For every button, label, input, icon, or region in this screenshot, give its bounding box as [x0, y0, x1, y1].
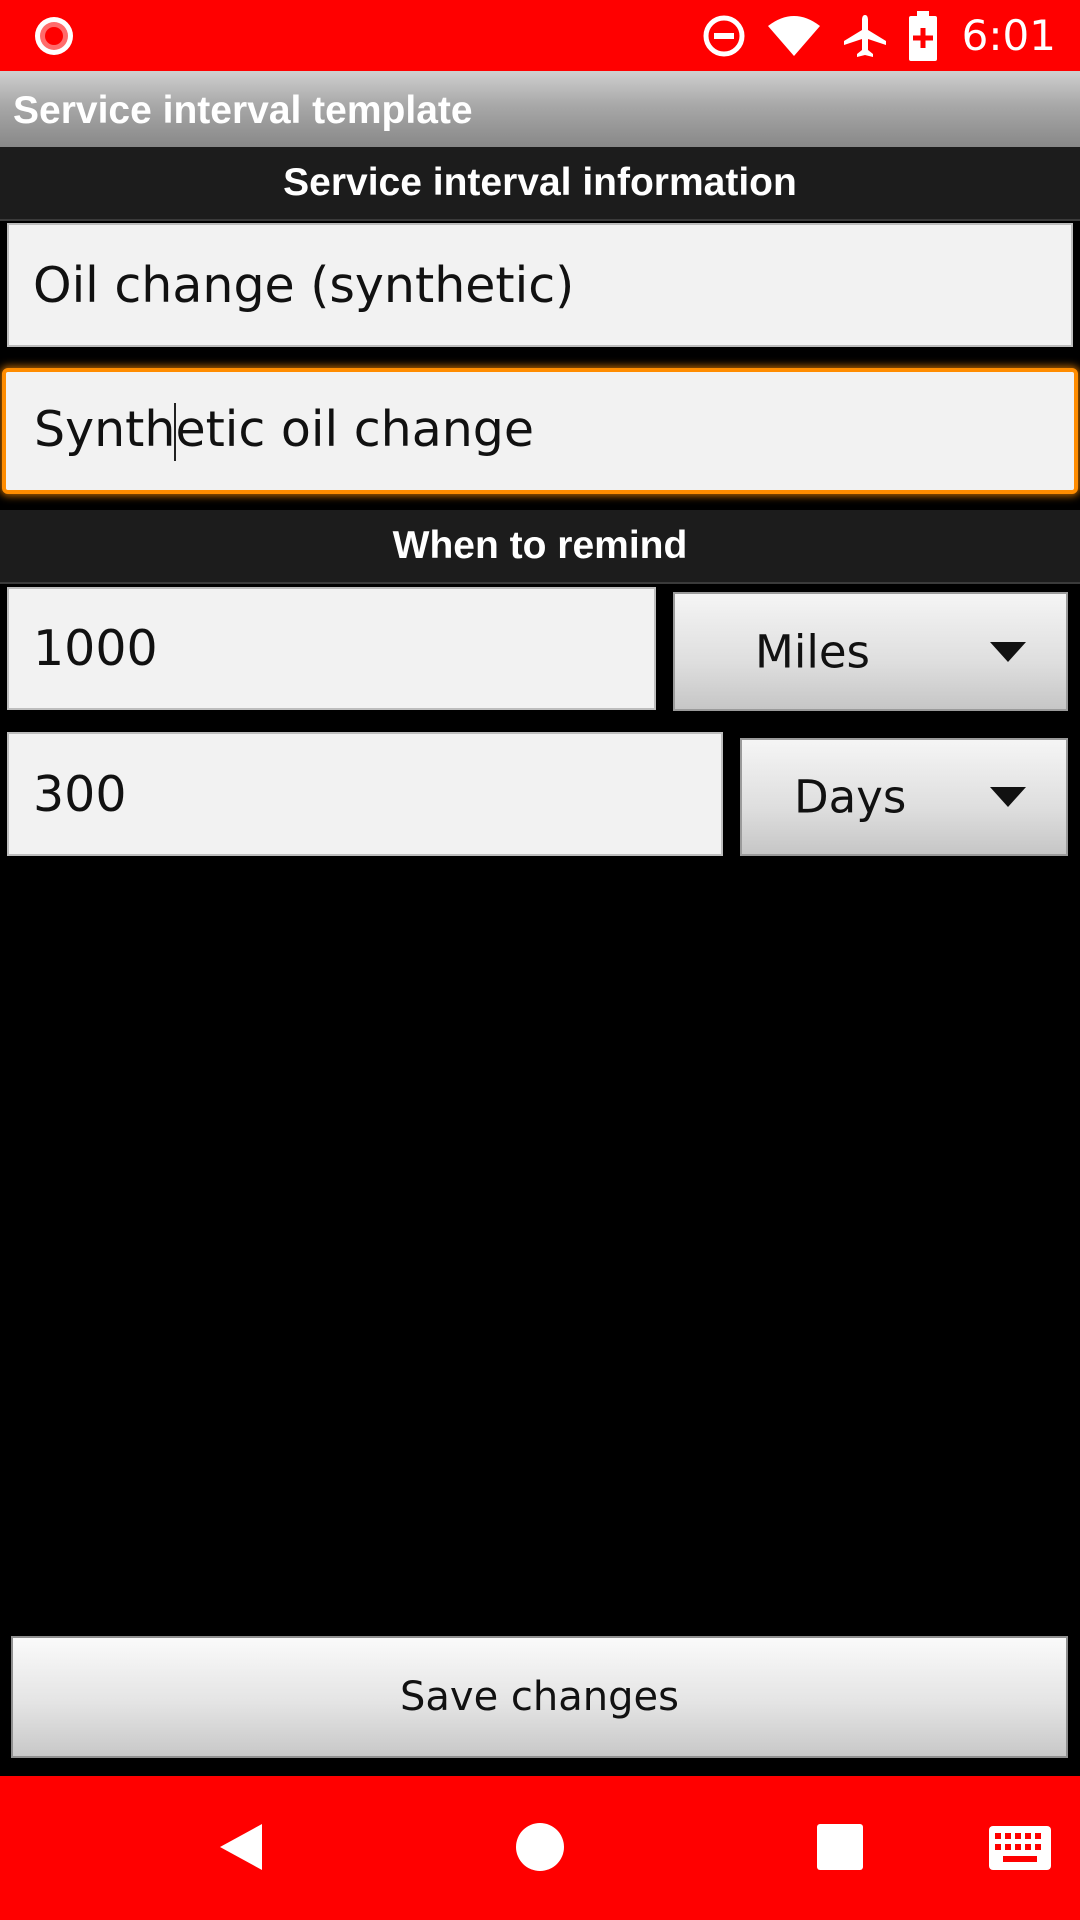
service-name-value: Oil change (synthetic) — [33, 256, 575, 314]
time-interval-field[interactable]: 300 — [7, 732, 723, 856]
dropdown-arrow-icon — [990, 641, 1026, 662]
do-not-disturb-icon — [703, 15, 745, 56]
status-bar: 6:01 — [0, 0, 1080, 71]
home-icon[interactable] — [515, 1822, 565, 1872]
wifi-icon — [767, 15, 820, 56]
section-header-info-label: Service interval information — [283, 161, 797, 204]
page-title: Service interval template — [13, 89, 473, 132]
save-button-label: Save changes — [400, 1674, 679, 1720]
airplane-mode-icon — [843, 14, 886, 57]
save-button[interactable]: Save changes — [11, 1636, 1068, 1758]
back-icon[interactable] — [218, 1822, 264, 1872]
service-description-field[interactable]: Synthetic oil change — [2, 368, 1078, 494]
time-unit-spinner[interactable]: Days — [740, 738, 1068, 856]
clock: 6:01 — [961, 11, 1056, 60]
distance-interval-value: 1000 — [33, 620, 158, 677]
keyboard-icon[interactable] — [989, 1826, 1051, 1870]
service-description-value: Synthetic oil change — [34, 401, 534, 462]
section-header-remind-label: When to remind — [392, 524, 688, 567]
screen: 6:01 Service interval template Service i… — [0, 0, 1080, 1920]
service-name-field[interactable]: Oil change (synthetic) — [7, 223, 1073, 347]
dropdown-arrow-icon — [990, 787, 1026, 807]
battery-charging-icon — [908, 10, 937, 61]
navigation-bar — [0, 1776, 1080, 1920]
section-header-remind: When to remind — [0, 510, 1080, 584]
distance-unit-label: Miles — [755, 625, 870, 678]
status-icons: 6:01 — [702, 0, 1056, 71]
time-interval-value: 300 — [33, 765, 127, 823]
record-icon — [35, 17, 73, 55]
time-unit-label: Days — [794, 770, 907, 824]
distance-unit-spinner[interactable]: Miles — [673, 592, 1068, 711]
distance-interval-field[interactable]: 1000 — [7, 587, 656, 710]
app-bar: Service interval template — [0, 71, 1080, 147]
section-header-info: Service interval information — [0, 147, 1080, 221]
recents-icon[interactable] — [817, 1824, 863, 1870]
